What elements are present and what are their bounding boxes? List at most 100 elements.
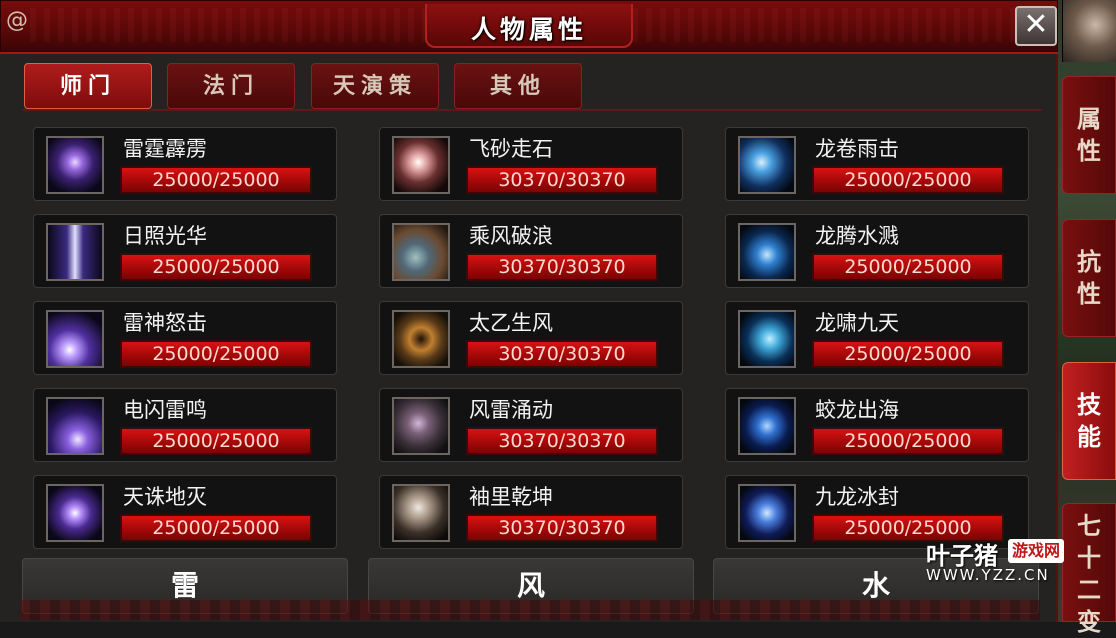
skill-card[interactable]: 天诛地灭 25000/25000 — [33, 475, 337, 549]
tab-shimen[interactable]: 师门 — [24, 63, 152, 109]
skill-name: 雷霆霹雳 — [123, 137, 207, 161]
skill-card[interactable]: 蛟龙出海 25000/25000 — [725, 388, 1029, 462]
lightning-flash-icon — [46, 397, 104, 455]
title-bar: @ 人物属性 ✕ — [0, 0, 1058, 54]
skill-value: 30370/30370 — [498, 517, 626, 539]
skill-value: 25000/25000 — [152, 517, 280, 539]
skill-name: 龙腾水溅 — [815, 224, 899, 248]
whirlwind-icon — [392, 310, 450, 368]
side-tab-char: 能 — [1077, 422, 1101, 451]
watermark-badge: 游戏网 — [1008, 539, 1065, 563]
skill-name: 日照光华 — [123, 224, 207, 248]
lightning-burst-icon — [46, 484, 104, 542]
side-tab-char: 七 — [1077, 511, 1101, 540]
skill-value: 25000/25000 — [844, 430, 972, 452]
skill-card[interactable]: 雷神怒击 25000/25000 — [33, 301, 337, 375]
bottom-trim — [20, 600, 1040, 620]
skill-name: 乘风破浪 — [469, 224, 553, 248]
spiral-ornament-icon: @ — [6, 8, 28, 33]
skill-proficiency-bar: 25000/25000 — [812, 166, 1004, 194]
sleeve-universe-icon — [392, 484, 450, 542]
tabs-divider — [22, 109, 1042, 111]
side-tab-resistance[interactable]: 抗 性 — [1062, 219, 1116, 337]
skill-value: 25000/25000 — [152, 343, 280, 365]
skill-card[interactable]: 电闪雷鸣 25000/25000 — [33, 388, 337, 462]
skill-card[interactable]: 飞砂走石 30370/30370 — [379, 127, 683, 201]
sea-dragon-icon — [738, 397, 796, 455]
side-tab-char: 性 — [1077, 136, 1101, 165]
watermark-url: WWW.YZZ.CN — [926, 566, 1050, 584]
skill-value: 25000/25000 — [844, 169, 972, 191]
skill-card[interactable]: 袖里乾坤 30370/30370 — [379, 475, 683, 549]
skill-name: 龙卷雨击 — [815, 137, 899, 161]
side-tab-char: 变 — [1077, 607, 1101, 636]
skill-value: 30370/30370 — [498, 343, 626, 365]
skill-name: 电闪雷鸣 — [123, 398, 207, 422]
tab-tianyance[interactable]: 天演策 — [311, 63, 439, 109]
character-portrait — [1062, 0, 1116, 62]
skill-proficiency-bar: 25000/25000 — [120, 514, 312, 542]
skill-name: 飞砂走石 — [469, 137, 553, 161]
skill-name: 天诛地灭 — [123, 485, 207, 509]
side-tab-char: 技 — [1077, 390, 1101, 419]
skill-proficiency-bar: 25000/25000 — [812, 427, 1004, 455]
skill-proficiency-bar: 25000/25000 — [120, 253, 312, 281]
side-tab-char: 二 — [1077, 575, 1101, 604]
skill-value: 25000/25000 — [152, 430, 280, 452]
thunder-strike-icon — [46, 310, 104, 368]
skill-name: 蛟龙出海 — [815, 398, 899, 422]
side-tab-attributes[interactable]: 属 性 — [1062, 76, 1116, 194]
skill-value: 30370/30370 — [498, 430, 626, 452]
water-tornado-icon — [738, 136, 796, 194]
window-title: 人物属性 — [470, 15, 587, 44]
skill-value: 30370/30370 — [498, 169, 626, 191]
skill-name: 袖里乾坤 — [469, 485, 553, 509]
skill-name: 九龙冰封 — [815, 485, 899, 509]
wave-icon — [392, 223, 450, 281]
skill-card[interactable]: 龙啸九天 25000/25000 — [725, 301, 1029, 375]
skill-proficiency-bar: 25000/25000 — [120, 427, 312, 455]
skill-value: 25000/25000 — [844, 256, 972, 278]
skill-proficiency-bar: 25000/25000 — [120, 166, 312, 194]
water-splash-icon — [738, 223, 796, 281]
side-tab-char: 抗 — [1077, 247, 1101, 276]
skill-card[interactable]: 雷霆霹雳 25000/25000 — [33, 127, 337, 201]
tab-famen[interactable]: 法门 — [167, 63, 295, 109]
skill-name: 龙啸九天 — [815, 311, 899, 335]
tab-other[interactable]: 其他 — [454, 63, 582, 109]
light-beam-icon — [46, 223, 104, 281]
skill-name: 风雷涌动 — [469, 398, 553, 422]
skill-value: 25000/25000 — [844, 343, 972, 365]
skill-value: 25000/25000 — [152, 169, 280, 191]
close-button[interactable]: ✕ — [1015, 6, 1057, 46]
skill-proficiency-bar: 25000/25000 — [812, 340, 1004, 368]
skill-proficiency-bar: 25000/25000 — [120, 340, 312, 368]
skill-card[interactable]: 日照光华 25000/25000 — [33, 214, 337, 288]
storm-surge-icon — [392, 397, 450, 455]
side-tab-skills[interactable]: 技 能 — [1062, 362, 1116, 480]
ice-dragon-icon — [738, 484, 796, 542]
skill-proficiency-bar: 30370/30370 — [466, 427, 658, 455]
skill-proficiency-bar: 25000/25000 — [812, 253, 1004, 281]
skill-proficiency-bar: 30370/30370 — [466, 166, 658, 194]
character-attributes-panel: @ 人物属性 ✕ 师门 法门 天演策 其他 雷霆霹雳 25000/25000 日… — [0, 0, 1058, 622]
skill-card[interactable]: 龙腾水溅 25000/25000 — [725, 214, 1029, 288]
side-tab-char: 属 — [1077, 104, 1101, 133]
sand-storm-icon — [392, 136, 450, 194]
skill-name: 太乙生风 — [469, 311, 553, 335]
side-tab-char: 性 — [1077, 279, 1101, 308]
skill-proficiency-bar: 30370/30370 — [466, 514, 658, 542]
skill-name: 雷神怒击 — [123, 311, 207, 335]
skill-proficiency-bar: 30370/30370 — [466, 253, 658, 281]
skill-value: 30370/30370 — [498, 256, 626, 278]
watermark: 叶子猪 游戏网 WWW.YZZ.CN — [926, 536, 1076, 586]
skill-card[interactable]: 乘风破浪 30370/30370 — [379, 214, 683, 288]
skill-card[interactable]: 太乙生风 30370/30370 — [379, 301, 683, 375]
lightning-icon — [46, 136, 104, 194]
side-tab-char: 十 — [1077, 543, 1101, 572]
dragon-roar-icon — [738, 310, 796, 368]
skill-card[interactable]: 龙卷雨击 25000/25000 — [725, 127, 1029, 201]
skill-proficiency-bar: 30370/30370 — [466, 340, 658, 368]
skill-card[interactable]: 风雷涌动 30370/30370 — [379, 388, 683, 462]
skill-value: 25000/25000 — [152, 256, 280, 278]
